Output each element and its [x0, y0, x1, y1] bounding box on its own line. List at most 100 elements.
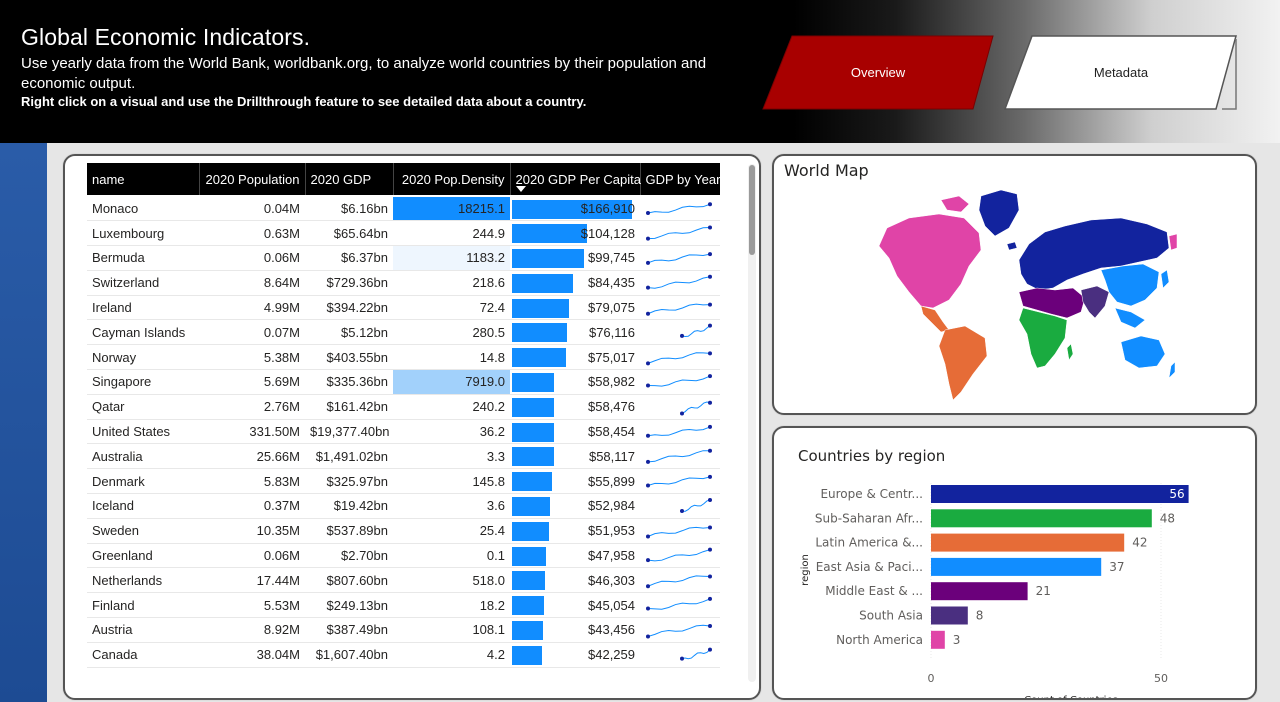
population-cell: 2.76M [199, 394, 305, 420]
map-region-south-america[interactable] [938, 325, 988, 401]
map-region-greenland[interactable] [978, 189, 1020, 237]
map-region-new-zealand[interactable] [1168, 361, 1176, 379]
table-scrollbar-thumb[interactable] [749, 165, 755, 255]
table-row[interactable]: Iceland 0.37M $19.42bn 3.6 $52,984 [87, 493, 720, 519]
table-row[interactable]: Monaco 0.04M $6.16bn 18215.1 $166,910 [87, 195, 720, 222]
population-cell: 10.35M [199, 518, 305, 544]
column-header-name[interactable]: name [87, 163, 200, 196]
countries-by-region-panel[interactable]: Countries by region Europe & Centr... 56 S… [772, 426, 1257, 700]
pop-density-cell: 7919.0 [393, 369, 510, 395]
country-name-cell: Singapore [87, 369, 199, 395]
gdp-sparkline [646, 623, 712, 639]
gdp-per-capita-cell: $52,984 [510, 493, 640, 519]
table-header-row: name 2020 Population 2020 GDP 2020 Pop.D… [87, 163, 720, 196]
table-row[interactable]: Netherlands 17.44M $807.60bn 518.0 $46,303 [87, 567, 720, 594]
region-bar[interactable] [931, 485, 1189, 503]
region-bar[interactable] [931, 630, 945, 649]
region-bar[interactable] [931, 509, 1152, 528]
table-row[interactable]: Greenland 0.06M $2.70bn 0.1 $47,958 [87, 543, 720, 569]
region-bar[interactable] [931, 582, 1028, 601]
column-header-gdp[interactable]: 2020 GDP [305, 163, 394, 196]
map-region-madagascar[interactable] [1066, 343, 1074, 361]
population-cell: 5.38M [199, 344, 305, 371]
map-region-southeast-asia[interactable] [1114, 307, 1146, 329]
gdp-per-capita-cell: $47,958 [510, 543, 640, 569]
pop-density-cell: 18.2 [393, 592, 510, 619]
pop-density-cell: 108.1 [393, 617, 510, 643]
gdp-per-capita-value: $99,745 [588, 250, 635, 266]
map-region-australia[interactable] [1120, 335, 1166, 369]
table-row[interactable]: Finland 5.53M $249.13bn 18.2 $45,054 [87, 592, 720, 619]
gdp-sparkline [680, 323, 712, 339]
map-region-alaska[interactable] [1168, 233, 1178, 251]
metadata-nav-button[interactable]: Metadata [1004, 35, 1238, 110]
pop-density-cell: 25.4 [393, 518, 510, 544]
table-row[interactable]: Switzerland 8.64M $729.36bn 218.6 $84,435 [87, 270, 720, 296]
table-row[interactable]: Ireland 4.99M $394.22bn 72.4 $79,075 [87, 295, 720, 321]
world-map[interactable] [869, 188, 1179, 403]
table-row[interactable]: Denmark 5.83M $325.97bn 145.8 $55,899 [87, 468, 720, 495]
region-bar[interactable] [931, 557, 1102, 576]
map-region-north-america-islands[interactable] [940, 195, 970, 213]
region-bar[interactable] [931, 606, 968, 625]
column-header-gdp-per-capita[interactable]: 2020 GDP Per Capita [510, 163, 641, 196]
column-header-population[interactable]: 2020 Population [199, 163, 306, 196]
pop-density-cell: 14.8 [393, 344, 510, 371]
overview-nav-button[interactable]: Overview [762, 35, 994, 110]
table-row[interactable]: Canada 38.04M $1,607.40bn 4.2 $42,259 [87, 642, 720, 668]
map-region-iceland[interactable] [1006, 241, 1018, 251]
table-row[interactable]: United States 331.50M $19,377.40bn 36.2 $58,… [87, 419, 720, 445]
gdp-per-capita-cell: $58,454 [510, 419, 640, 445]
gdp-cell: $335.36bn [305, 369, 393, 395]
gdp-sparkline [680, 647, 712, 661]
report-header: Global Economic Indicators. Use yearly d… [0, 0, 1280, 143]
country-name-cell: United States [87, 419, 199, 445]
gdp-cell: $387.49bn [305, 617, 393, 643]
column-header-pop-density[interactable]: 2020 Pop.Density [393, 163, 511, 196]
table-row[interactable]: Bermuda 0.06M $6.37bn 1183.2 $99,745 [87, 245, 720, 271]
table-row[interactable]: Australia 25.66M $1,491.02bn 3.3 $58,117 [87, 443, 720, 470]
gdp-sparkline-cell [640, 642, 720, 668]
table-row[interactable]: Norway 5.38M $403.55bn 14.8 $75,017 [87, 344, 720, 371]
country-name-cell: Bermuda [87, 245, 199, 271]
population-cell: 17.44M [199, 567, 305, 594]
gdp-sparkline-cell [640, 493, 720, 519]
data-label: 8 [976, 609, 984, 623]
country-table-panel[interactable]: name 2020 Population 2020 GDP 2020 Pop.D… [63, 154, 761, 700]
gdp-sparkline [646, 525, 712, 539]
country-table-scroll-area[interactable]: name 2020 Population 2020 GDP 2020 Pop.D… [87, 163, 720, 680]
map-region-south-asia[interactable] [1080, 285, 1110, 319]
gdp-per-capita-value: $55,899 [588, 473, 635, 489]
table-row[interactable]: Cayman Islands 0.07M $5.12bn 280.5 $76,116 [87, 319, 720, 346]
x-axis-title: Count of Countries [1024, 695, 1118, 698]
world-map-panel[interactable]: World Map [772, 154, 1257, 415]
gdp-per-capita-cell: $58,982 [510, 369, 640, 395]
population-cell: 8.92M [199, 617, 305, 643]
pop-density-cell: 218.6 [393, 270, 510, 296]
table-row[interactable]: Singapore 5.69M $335.36bn 7919.0 $58,982 [87, 369, 720, 395]
map-region-central-america[interactable] [920, 305, 950, 333]
gdp-sparkline [646, 596, 712, 611]
table-row[interactable]: Sweden 10.35M $537.89bn 25.4 $51,953 [87, 518, 720, 544]
x-tick-label: 50 [1154, 672, 1168, 685]
map-region-sub-saharan-africa[interactable] [1018, 307, 1068, 369]
gdp-sparkline-cell [640, 195, 720, 222]
region-bar[interactable] [931, 533, 1125, 552]
gdp-sparkline-cell [640, 567, 720, 594]
x-tick-label: 0 [928, 672, 935, 685]
map-region-east-asia[interactable] [1100, 263, 1160, 307]
table-row[interactable]: Austria 8.92M $387.49bn 108.1 $43,456 [87, 617, 720, 643]
map-region-japan[interactable] [1160, 269, 1170, 289]
population-cell: 0.06M [199, 543, 305, 569]
countries-by-region-chart[interactable]: Europe & Centr... 56 Sub-Saharan Afr... 48 L… [774, 468, 1254, 698]
table-row[interactable]: Luxembourg 0.63M $65.64bn 244.9 $104,128 [87, 220, 720, 247]
country-table: name 2020 Population 2020 GDP 2020 Pop.D… [87, 163, 720, 668]
map-region-north-america[interactable] [878, 213, 982, 309]
pop-density-cell: 3.3 [393, 443, 510, 470]
pop-density-cell: 280.5 [393, 319, 510, 346]
left-accent-strip [0, 143, 47, 702]
table-row[interactable]: Qatar 2.76M $161.42bn 240.2 $58,476 [87, 394, 720, 420]
gdp-sparkline-cell [640, 518, 720, 544]
column-header-gdp-by-year[interactable]: GDP by Year [640, 163, 720, 196]
gdp-per-capita-cell: $51,953 [510, 518, 640, 544]
